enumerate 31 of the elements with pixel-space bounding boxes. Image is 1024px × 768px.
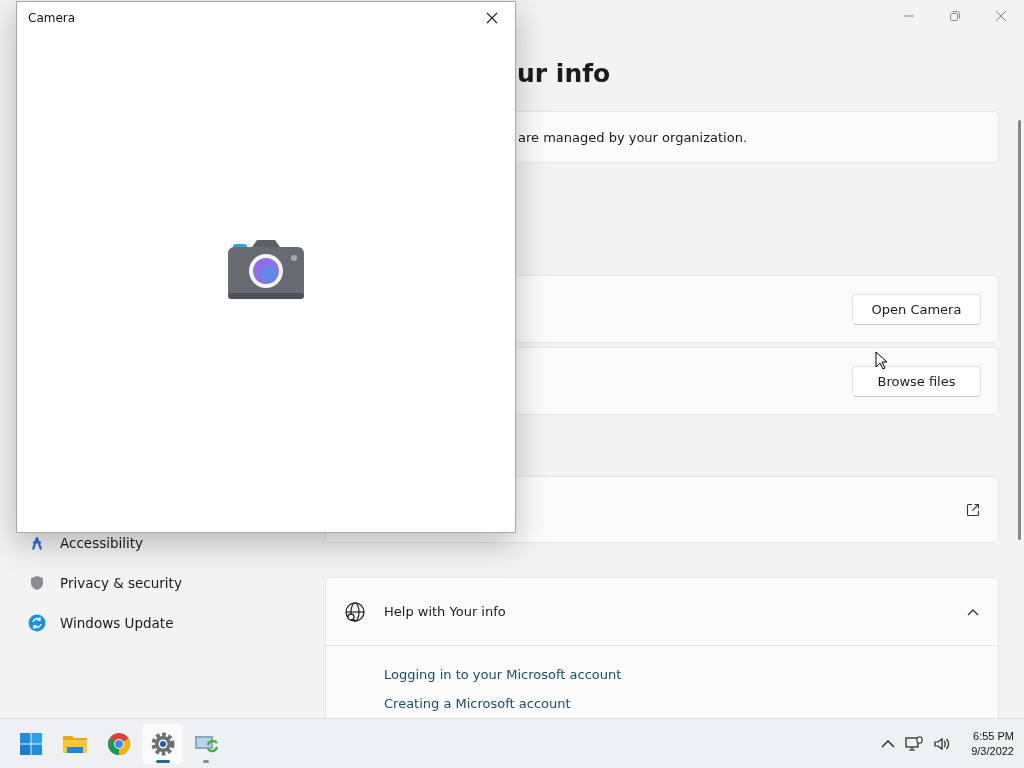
action-button[interactable]: Open Camera [852, 293, 981, 325]
window-title: Camera [28, 11, 76, 25]
volume-icon[interactable] [933, 735, 952, 752]
scrollbar[interactable] [1018, 120, 1021, 540]
sidebar-item[interactable]: Windows Update [60, 615, 174, 631]
network-icon[interactable] [905, 735, 924, 752]
external-link-icon [966, 502, 980, 517]
close-icon [486, 12, 498, 24]
globe-icon [344, 600, 366, 623]
action-button[interactable]: Browse files [852, 365, 981, 397]
help-link[interactable]: Creating a Microsoft account [384, 693, 998, 714]
gear-icon [150, 730, 176, 757]
page-title: ur info [516, 58, 612, 90]
sidebar-item[interactable]: Privacy & security [60, 575, 182, 591]
browser-icon [107, 731, 131, 756]
help-link[interactable]: Logging in to your Microsoft account [384, 664, 998, 685]
camera-icon [228, 239, 304, 301]
taskbar-app[interactable] [143, 723, 183, 764]
windows-logo-icon [19, 731, 43, 756]
sidebar-item[interactable]: Accessibility [60, 535, 144, 551]
mouse-pointer-icon [875, 351, 888, 370]
help-title: Help with Your info [384, 604, 507, 619]
chevron-up-icon[interactable] [881, 738, 896, 749]
accessibility-icon [32, 536, 42, 550]
restore-icon [949, 10, 961, 22]
update-icon [28, 614, 46, 632]
clock[interactable]: 6:55 PM 9/3/2022 [971, 728, 1014, 759]
shield-icon [28, 575, 46, 591]
close-icon [995, 10, 1007, 22]
notice-text: are managed by your organization. [518, 129, 748, 145]
help-header[interactable]: Help with Your info [326, 578, 998, 646]
